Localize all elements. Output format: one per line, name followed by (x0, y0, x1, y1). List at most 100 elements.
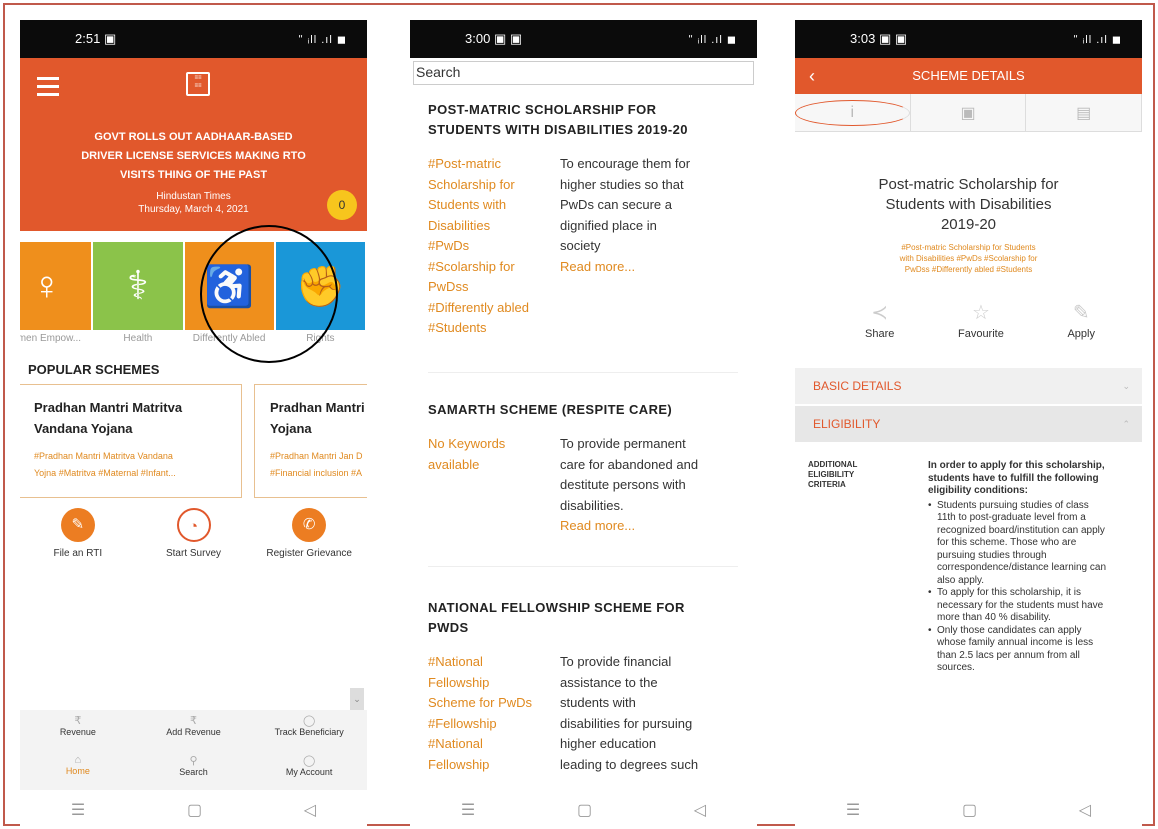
criteria-item: To apply for this scholarship, it is nec… (928, 587, 1108, 625)
back-nav-icon[interactable]: ◁ (1079, 800, 1091, 820)
system-navbar: ☰ ▢ ◁ (410, 790, 757, 829)
chevron-up-icon: ⌃ (1122, 419, 1130, 429)
menu-icon[interactable] (37, 77, 59, 101)
stethoscope-icon: ⚕ (93, 242, 183, 330)
criteria-label: ADDITIONAL ELIGIBILITY CRITERIA (808, 460, 858, 489)
tab-info[interactable]: i (795, 94, 911, 131)
criteria-item: Only those candidates can apply whose fa… (928, 625, 1108, 675)
action-row: ≺ Share ☆ Favourite ✎ Apply (865, 300, 1095, 340)
track-beneficiary-tab[interactable]: ◯ Track Beneficiary (251, 710, 367, 750)
female-icon: ♀ (20, 242, 92, 330)
start-survey-button[interactable]: ◔ Start Survey (136, 508, 252, 559)
add-revenue-tab[interactable]: ₹ Add Revenue (136, 710, 252, 750)
scheme-keywords: #Post-matric Scholarship for Students wit… (899, 243, 1038, 274)
favourite-button[interactable]: ☆ Favourite (958, 300, 1004, 340)
share-button[interactable]: ≺ Share (865, 300, 894, 340)
popular-schemes-title: POPULAR SCHEMES (28, 362, 160, 377)
status-bar: 2:51 ▣ ʺ ᵢll .ıl ◼ (20, 20, 367, 58)
header-title: SCHEME DETAILS (912, 68, 1025, 83)
home-nav-icon[interactable]: ▢ (962, 800, 977, 820)
scroll-down-handle[interactable]: ⌄ (350, 688, 364, 710)
rupee-icon: ₹ (189, 715, 197, 727)
signal-battery-icon: ʺ ᵢll .ıl ◼ (688, 33, 737, 46)
screen-scheme-list: 3:00 ▣ ▣ ʺ ᵢll .ıl ◼ Search POST-MATRIC … (410, 20, 757, 829)
back-nav-icon[interactable]: ◁ (694, 800, 706, 820)
search-input[interactable]: Search (413, 61, 754, 85)
scheme-item-samarth[interactable]: SAMARTH SCHEME (RESPITE CARE) No Keyword… (428, 400, 738, 537)
menu-nav-icon[interactable]: ☰ (71, 800, 85, 820)
notification-icons: ▣ ▣ (493, 31, 523, 46)
notification-icons: ▣ ▣ (878, 31, 908, 46)
chevron-down-icon: ⌄ (1122, 381, 1130, 391)
star-icon: ☆ (971, 302, 990, 324)
news-headline: GOVT ROLLS OUT AADHAAR-BASED DRIVER LICE… (81, 131, 306, 181)
image-icon: ▣ (960, 104, 976, 122)
scheme-keywords: #Post-matric Scholarship for Students with… (428, 156, 529, 335)
revenue-tab[interactable]: ₹ Revenue (20, 710, 136, 750)
read-more-link[interactable]: Read more... (560, 257, 738, 278)
menu-nav-icon[interactable]: ☰ (461, 800, 475, 820)
search-icon: ⚲ (189, 755, 198, 767)
bottom-menu: ₹ Revenue ₹ Add Revenue ◯ Track Beneficiary… (20, 710, 367, 790)
category-health[interactable]: ⚕ Health (93, 242, 183, 352)
eligibility-accordion[interactable]: ⌃ ELIGIBILITY (795, 406, 1142, 442)
apply-button[interactable]: ✎ Apply (1067, 300, 1095, 340)
news-source: Hindustan Times Thursday, March 4, 2021 (20, 190, 367, 216)
tab-image[interactable]: ▣ (911, 94, 1027, 131)
eligibility-content: ADDITIONAL ELIGIBILITY CRITERIA In order t… (808, 460, 1128, 675)
scheme-item-national-fellowship[interactable]: NATIONAL FELLOWSHIP SCHEME FOR PWDS #Nat… (428, 598, 738, 775)
signal-battery-icon: ʺ ᵢll .ıl ◼ (1073, 33, 1122, 46)
news-banner[interactable]: ≡≡ ≡≡ GOVT ROLLS OUT AADHAAR-BASED DRIVER… (20, 58, 367, 231)
criteria-item: Students pursuing studies of class 11th … (928, 500, 1108, 588)
divider (428, 566, 738, 567)
home-tab[interactable]: ⌂ Home (20, 750, 136, 790)
register-grievance-button[interactable]: ✆ Register Grievance (251, 508, 367, 559)
info-icon: i (795, 99, 910, 126)
news-date: Thursday, March 4, 2021 (138, 204, 249, 215)
status-time: 2:51 (75, 31, 101, 46)
document-edit-icon: ✎ (1072, 302, 1090, 324)
basic-details-accordion[interactable]: ⌄ BASIC DETAILS (795, 368, 1142, 404)
notification-icons: ▣ (103, 31, 117, 46)
quick-actions: ✎ File an RTI ◔ Start Survey ✆ Register … (20, 508, 367, 559)
survey-icon: ◔ (176, 508, 211, 542)
divider (428, 372, 738, 373)
details-header: ‹ SCHEME DETAILS (795, 58, 1142, 94)
home-nav-icon[interactable]: ▢ (187, 800, 202, 820)
back-nav-icon[interactable]: ◁ (304, 800, 316, 820)
tab-document[interactable]: ▤ (1026, 94, 1142, 131)
scheme-card[interactable]: Pradhan Mantri J Yojana #Pradhan Mantri … (254, 384, 367, 498)
read-more-link[interactable]: Read more... (560, 516, 738, 537)
person-icon: ◯ (303, 715, 316, 727)
rti-icon: ✎ (60, 508, 95, 542)
scheme-card[interactable]: Pradhan Mantri Matritva Vandana Yojana #… (20, 384, 242, 498)
notification-badge[interactable]: 0 (327, 190, 357, 220)
screen-home: 2:51 ▣ ʺ ᵢll .ıl ◼ ≡≡ ≡≡ GOVT ROLLS OUT A… (20, 20, 367, 829)
highlight-circle (200, 225, 338, 363)
status-bar: 3:00 ▣ ▣ ʺ ᵢll .ıl ◼ (410, 20, 757, 58)
news-icon[interactable]: ≡≡ ≡≡ (186, 72, 210, 96)
my-account-tab[interactable]: ◯ My Account (251, 750, 367, 790)
rupee-icon: ₹ (74, 715, 82, 727)
scheme-keywords: #National Fellowship Scheme for PwDs #Fello… (428, 654, 533, 772)
home-nav-icon[interactable]: ▢ (577, 800, 592, 820)
criteria-text: In order to apply for this scholarship, … (928, 460, 1108, 675)
status-bar: 3:03 ▣ ▣ ʺ ᵢll .ıl ◼ (795, 20, 1142, 58)
scheme-description: To provide permanent care for abandoned a… (560, 434, 738, 537)
file-rti-button[interactable]: ✎ File an RTI (20, 508, 136, 559)
menu-nav-icon[interactable]: ☰ (846, 800, 860, 820)
scheme-description: To provide financial assistance to the stu… (560, 654, 699, 772)
document-icon: ▤ (1076, 104, 1092, 122)
phone-icon: ✆ (292, 508, 327, 542)
back-arrow-icon[interactable]: ‹ (809, 58, 815, 94)
scheme-item-post-matric[interactable]: POST-MATRIC SCHOLARSHIP FOR STUDENTS WIT… (428, 100, 738, 339)
screen-scheme-details: 3:03 ▣ ▣ ʺ ᵢll .ıl ◼ ‹ SCHEME DETAILS i … (795, 20, 1142, 829)
system-navbar: ☰ ▢ ◁ (20, 790, 367, 829)
scheme-description: To encourage them for higher studies so t… (560, 154, 738, 339)
category-women-empowerment[interactable]: ♀ omen Empow... (20, 242, 92, 352)
search-tab[interactable]: ⚲ Search (136, 750, 252, 790)
details-tabs: i ▣ ▤ (795, 94, 1142, 132)
signal-battery-icon: ʺ ᵢll .ıl ◼ (298, 33, 347, 46)
home-icon: ⌂ (74, 754, 82, 766)
scheme-title: Post-matric Scholarship for Students with… (878, 176, 1059, 233)
